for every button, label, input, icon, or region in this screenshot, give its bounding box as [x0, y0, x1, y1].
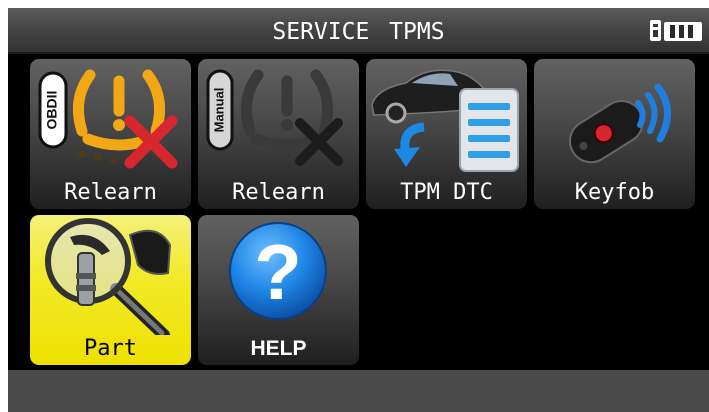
- sd-card-icon: [650, 20, 661, 41]
- car-dtc-list-icon: [371, 69, 519, 172]
- svg-text:?: ?: [254, 228, 302, 316]
- tile-label: Keyfob: [574, 180, 655, 205]
- tile-label: Part: [84, 336, 137, 361]
- footer-bar: [8, 370, 709, 412]
- tpms-warning-manual-icon: Manual: [206, 69, 343, 166]
- tile-label: HELP: [250, 337, 307, 360]
- tile-label: Relearn: [64, 180, 157, 205]
- tpms-warning-obdii-icon: OBDII: [38, 69, 178, 169]
- sensor-magnifier-icon: [45, 218, 172, 335]
- part-tile[interactable]: Part: [30, 215, 191, 365]
- page-title: SERVICE TPMS: [272, 19, 445, 45]
- obdii-badge: OBDII: [44, 91, 60, 130]
- battery-icon: [664, 22, 702, 41]
- help-question-icon: ?: [229, 222, 327, 320]
- keyfob-icon: [569, 83, 671, 164]
- relearn-obdii-tile[interactable]: OBDII Relearn: [30, 59, 191, 209]
- manual-badge: Manual: [211, 88, 226, 133]
- tile-label: Relearn: [232, 180, 325, 205]
- title-bar: SERVICE TPMS: [8, 8, 709, 54]
- keyfob-tile[interactable]: Keyfob: [534, 59, 695, 209]
- tpm-dtc-tile[interactable]: TPM DTC: [366, 59, 527, 209]
- relearn-manual-tile[interactable]: Manual Relearn: [198, 59, 359, 209]
- device-screen: SERVICE TPMS OBDII Relearn Manual Relear…: [8, 8, 709, 412]
- tile-label: TPM DTC: [400, 180, 493, 205]
- help-tile[interactable]: ? HELP: [198, 215, 359, 365]
